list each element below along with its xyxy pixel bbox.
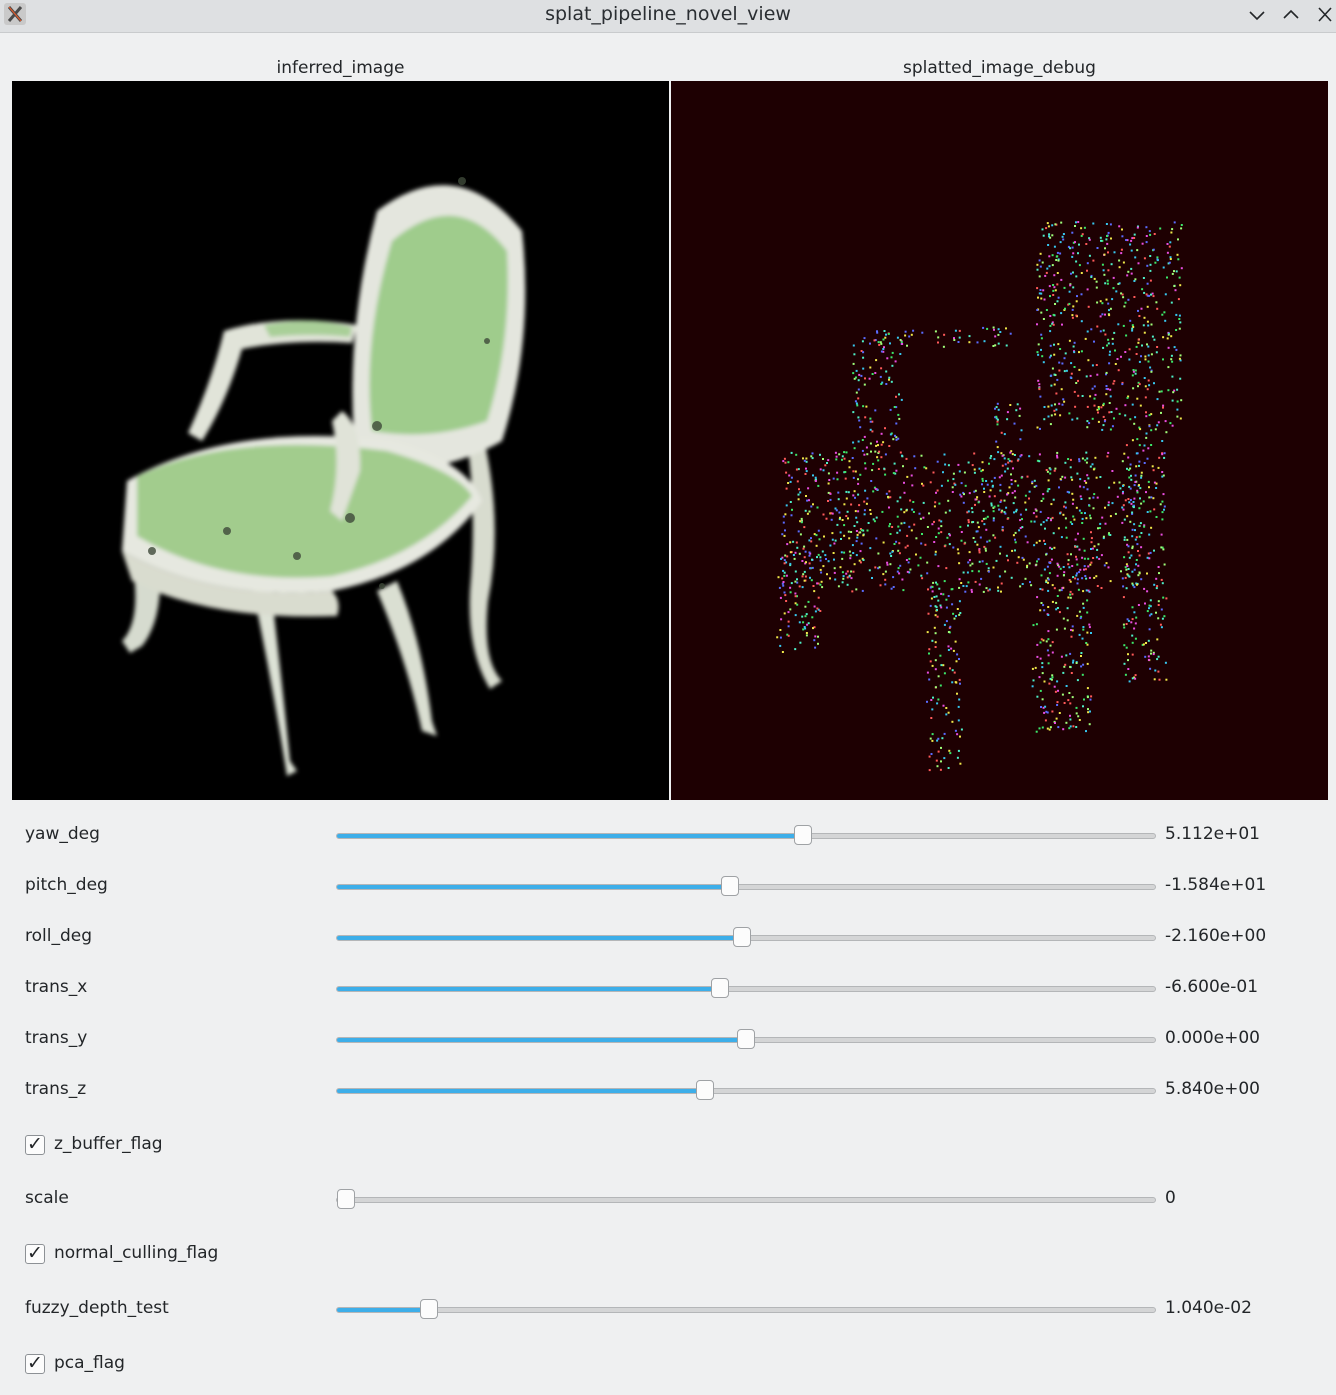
pitch-deg-value: -1.584e+01 — [1165, 875, 1267, 895]
normal-culling-flag-row: ✓ normal_culling_flag — [0, 1234, 1336, 1274]
yaw-deg-value: 5.112e+01 — [1165, 824, 1261, 844]
fuzzy-depth-test-row: fuzzy_depth_test 1.040e-02 — [0, 1289, 1336, 1329]
fuzzy-depth-test-value: 1.040e-02 — [1165, 1298, 1252, 1318]
roll-deg-value: -2.160e+00 — [1165, 926, 1267, 946]
trans-x-slider-fill — [337, 987, 720, 991]
scale-value: 0 — [1165, 1188, 1176, 1208]
pitch-deg-slider-fill — [337, 885, 730, 889]
trans-x-slider-handle[interactable] — [710, 978, 729, 998]
pitch-deg-label: pitch_deg — [25, 875, 108, 895]
trans-z-slider-handle[interactable] — [696, 1080, 715, 1100]
scale-slider[interactable] — [336, 1189, 1156, 1209]
normal-culling-flag-checkbox[interactable]: ✓ — [25, 1242, 45, 1264]
title-bar: splat_pipeline_novel_view — [0, 0, 1336, 33]
trans-z-row: trans_z 5.840e+00 — [0, 1070, 1336, 1110]
roll-deg-slider[interactable] — [336, 927, 1156, 947]
close-button[interactable] — [1314, 5, 1336, 25]
trans-y-value: 0.000e+00 — [1165, 1028, 1261, 1048]
roll-deg-slider-handle[interactable] — [732, 927, 751, 947]
maximize-button[interactable] — [1280, 5, 1302, 25]
trans-x-slider[interactable] — [336, 978, 1156, 998]
splat-points — [776, 221, 1183, 772]
yaw-deg-row: yaw_deg 5.112e+01 — [0, 815, 1336, 855]
pca-flag-checkbox[interactable]: ✓ — [25, 1352, 45, 1374]
scale-row: scale 0 — [0, 1179, 1336, 1219]
roll-deg-row: roll_deg -2.160e+00 — [0, 917, 1336, 957]
trans-y-slider-handle[interactable] — [737, 1029, 755, 1049]
checkmark-icon: ✓ — [27, 1133, 43, 1155]
yaw-deg-label: yaw_deg — [25, 824, 100, 844]
inferred-image-label: inferred_image — [276, 58, 405, 78]
normal-culling-flag-label: normal_culling_flag — [54, 1243, 219, 1263]
trans-y-label: trans_y — [25, 1028, 88, 1048]
close-icon — [1318, 7, 1332, 22]
trans-z-slider[interactable] — [336, 1080, 1156, 1100]
fuzzy-depth-test-slider-handle[interactable] — [419, 1299, 438, 1319]
trans-y-slider-fill — [337, 1038, 746, 1042]
scale-slider-handle[interactable] — [337, 1189, 355, 1209]
inferred-image — [12, 81, 669, 800]
z-buffer-flag-label: z_buffer_flag — [54, 1134, 163, 1154]
trans-x-value: -6.600e-01 — [1165, 977, 1259, 997]
z-buffer-flag-checkbox[interactable]: ✓ — [25, 1133, 45, 1155]
trans-z-value: 5.840e+00 — [1165, 1079, 1261, 1099]
window-title: splat_pipeline_novel_view — [545, 3, 791, 25]
pca-flag-row: ✓ pca_flag — [0, 1344, 1336, 1384]
fuzzy-depth-test-label: fuzzy_depth_test — [25, 1298, 169, 1318]
scale-label: scale — [25, 1188, 69, 1208]
minimize-button[interactable] — [1246, 5, 1268, 25]
pitch-deg-row: pitch_deg -1.584e+01 — [0, 866, 1336, 906]
trans-y-slider[interactable] — [336, 1029, 1156, 1049]
checkmark-icon: ✓ — [27, 1352, 43, 1374]
yaw-deg-slider[interactable] — [336, 825, 1156, 845]
splatted-image-debug — [671, 81, 1328, 800]
roll-deg-slider-fill — [337, 936, 742, 940]
fuzzy-depth-test-slider-fill — [337, 1308, 429, 1312]
chevron-up-icon — [1283, 9, 1299, 19]
pca-flag-label: pca_flag — [54, 1353, 125, 1373]
trans-z-slider-fill — [337, 1089, 706, 1093]
splatted-image-label: splatted_image_debug — [903, 58, 1096, 78]
yaw-deg-slider-handle[interactable] — [794, 825, 813, 845]
trans-x-row: trans_x -6.600e-01 — [0, 968, 1336, 1008]
pitch-deg-slider-handle[interactable] — [720, 876, 739, 896]
pitch-deg-slider[interactable] — [336, 876, 1156, 896]
trans-y-row: trans_y 0.000e+00 — [0, 1019, 1336, 1059]
z-buffer-flag-row: ✓ z_buffer_flag — [0, 1125, 1336, 1165]
trans-z-label: trans_z — [25, 1079, 87, 1099]
fuzzy-depth-test-slider[interactable] — [336, 1299, 1156, 1319]
yaw-deg-slider-fill — [337, 834, 804, 838]
chevron-down-icon — [1249, 11, 1265, 21]
trans-x-label: trans_x — [25, 977, 88, 997]
checkmark-icon: ✓ — [27, 1242, 43, 1264]
roll-deg-label: roll_deg — [25, 926, 93, 946]
